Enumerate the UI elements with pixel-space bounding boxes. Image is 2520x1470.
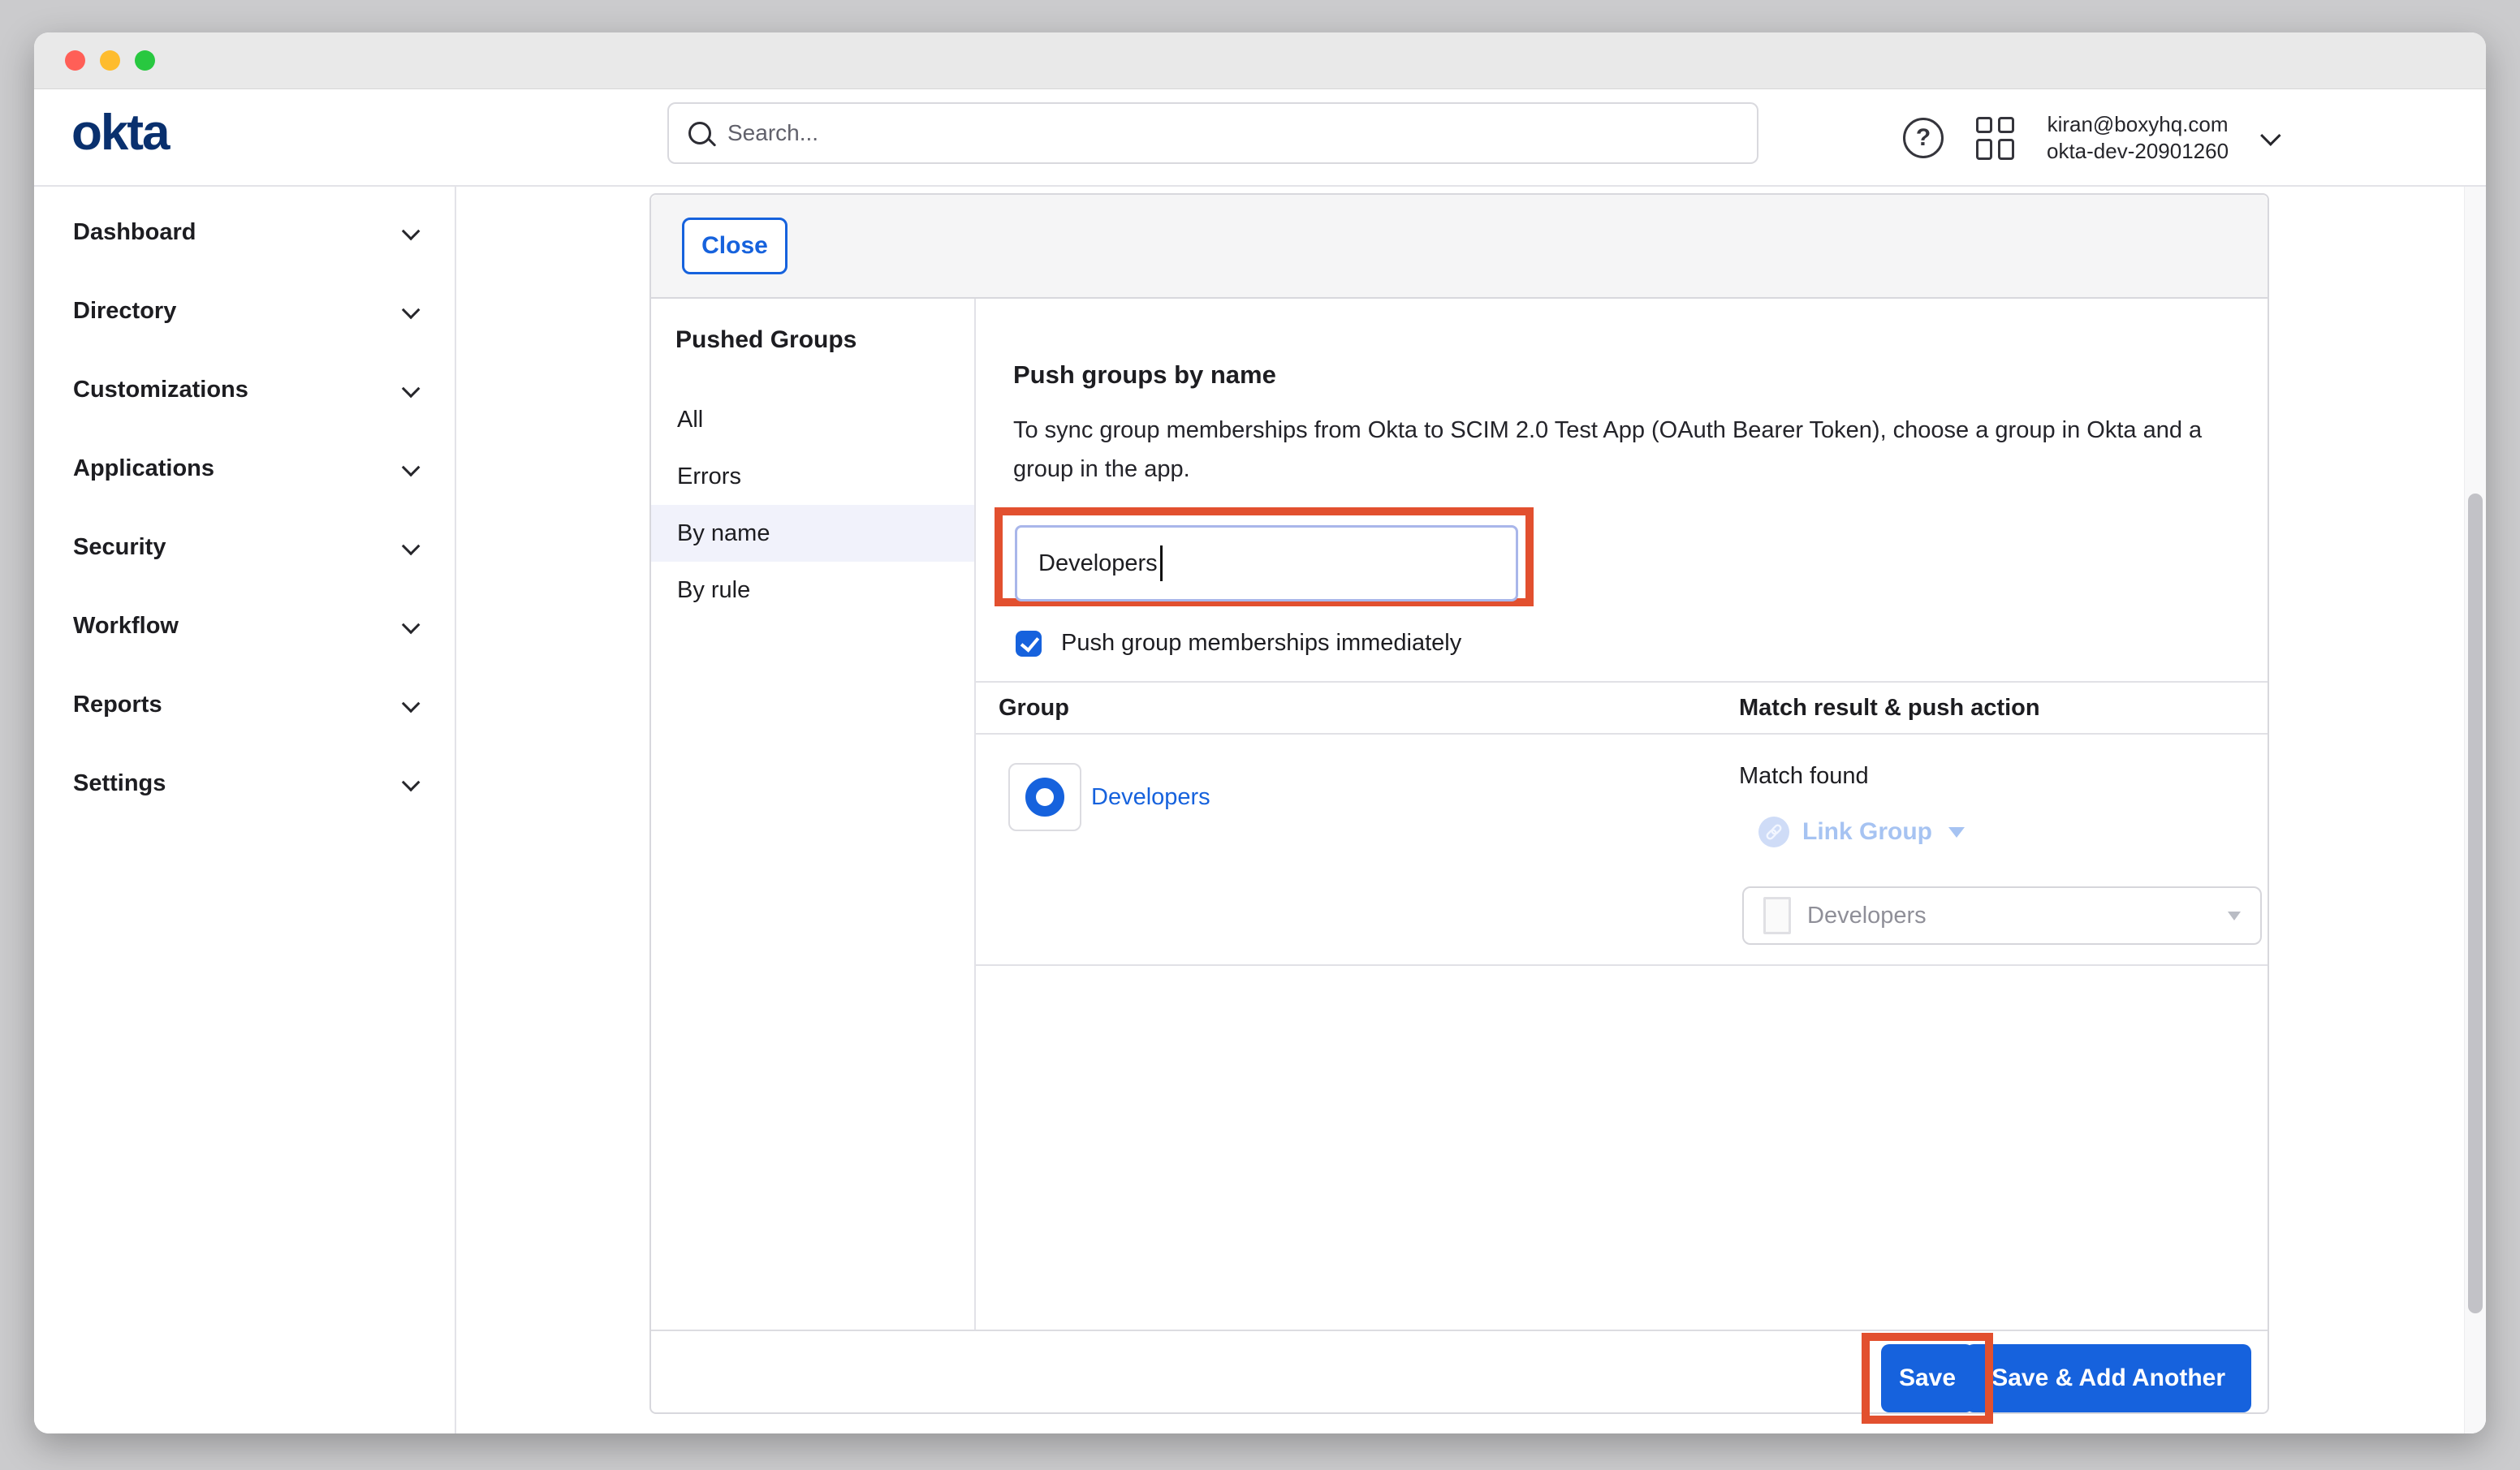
chevron-down-icon [402, 222, 421, 240]
sidebar-item-customizations[interactable]: Customizations [34, 351, 455, 429]
sidebar-item-settings[interactable]: Settings [34, 744, 455, 823]
window-titlebar [34, 32, 2486, 89]
column-match-result: Match result & push action [1739, 695, 2040, 722]
table-header: Group Match result & push action [976, 681, 2268, 735]
pushed-groups-title: Pushed Groups [651, 326, 974, 354]
sidebar-item-applications[interactable]: Applications [34, 429, 455, 508]
chevron-down-icon[interactable] [2260, 125, 2281, 145]
sidebar-item-workflow[interactable]: Workflow [34, 587, 455, 666]
match-status: Match found [1739, 763, 1869, 790]
account-email: kiran@boxyhq.com [2047, 111, 2229, 138]
description-text: To sync group memberships from Okta to S… [1013, 411, 2231, 489]
zoom-window-icon[interactable] [135, 50, 155, 71]
account-menu[interactable]: kiran@boxyhq.com okta-dev-20901260 [2047, 111, 2229, 165]
app-header: okta Search... ? kiran@boxyhq.com okta-d… [34, 89, 2486, 187]
checkbox-checked-icon[interactable] [1016, 631, 1042, 657]
panel-toolbar: Close [651, 195, 2268, 299]
save-button[interactable]: Save [1881, 1344, 1974, 1412]
group-image-placeholder-icon [1763, 897, 1791, 934]
group-link[interactable]: Developers [1091, 784, 1210, 811]
target-group-value: Developers [1807, 903, 1927, 929]
sidebar-item-dashboard[interactable]: Dashboard [34, 193, 455, 272]
chevron-down-icon [402, 537, 421, 555]
minimize-window-icon[interactable] [100, 50, 120, 71]
close-window-icon[interactable] [65, 50, 85, 71]
header-right-cluster: ? kiran@boxyhq.com okta-dev-20901260 [1903, 89, 2276, 187]
chevron-down-icon [402, 773, 421, 791]
text-cursor [1160, 545, 1163, 581]
main-area: Dashboard Directory Customizations Appli… [34, 187, 2486, 1433]
panel-footer: Save Save & Add Another [651, 1330, 2268, 1412]
sidebar: Dashboard Directory Customizations Appli… [34, 187, 456, 1433]
caret-down-icon [1948, 827, 1965, 838]
scrollbar-track[interactable] [2464, 187, 2486, 1433]
link-group-dropdown-button[interactable]: Link Group [1758, 817, 1965, 847]
annotation-box-save: Save [1862, 1333, 1993, 1424]
group-card [1008, 763, 1081, 831]
chain-link-icon [1758, 817, 1789, 847]
chevron-down-icon [402, 694, 421, 713]
account-org: okta-dev-20901260 [2047, 138, 2229, 165]
row-divider [976, 964, 2268, 966]
search-icon [688, 122, 711, 144]
link-group-label: Link Group [1802, 818, 1932, 846]
menu-item-by-rule[interactable]: By rule [651, 562, 974, 619]
checkbox-label: Push group memberships immediately [1061, 630, 1461, 657]
caret-down-icon [2228, 912, 2241, 920]
sidebar-item-directory[interactable]: Directory [34, 272, 455, 351]
push-immediately-checkbox-row[interactable]: Push group memberships immediately [1016, 630, 1461, 657]
save-and-add-another-button[interactable]: Save & Add Another [1966, 1344, 2251, 1412]
global-search[interactable]: Search... [667, 102, 1758, 164]
search-placeholder: Search... [727, 120, 818, 146]
column-group: Group [999, 695, 1069, 722]
group-name-value: Developers [1038, 550, 1158, 577]
menu-item-all[interactable]: All [651, 391, 974, 448]
chevron-down-icon [402, 300, 421, 319]
menu-item-by-name[interactable]: By name [651, 505, 974, 562]
chevron-down-icon [402, 458, 421, 476]
target-group-select[interactable]: Developers [1742, 886, 2262, 945]
apps-grid-icon[interactable] [1976, 117, 2014, 160]
okta-ring-icon [1025, 778, 1064, 817]
panel-body: Pushed Groups All Errors By name By rule… [651, 299, 2268, 1330]
group-name-input[interactable]: Developers [1015, 525, 1518, 601]
push-groups-panel: Close Pushed Groups All Errors By name B… [649, 193, 2269, 1414]
sidebar-item-reports[interactable]: Reports [34, 666, 455, 744]
sidebar-item-security[interactable]: Security [34, 508, 455, 587]
scrollbar-thumb[interactable] [2468, 494, 2483, 1313]
page-title: Push groups by name [1013, 360, 1276, 390]
by-name-content: Push groups by name To sync group member… [976, 299, 2268, 1330]
browser-window: okta Search... ? kiran@boxyhq.com okta-d… [34, 32, 2486, 1433]
okta-logo: okta [71, 104, 168, 162]
chevron-down-icon [402, 615, 421, 634]
chevron-down-icon [402, 379, 421, 398]
close-button[interactable]: Close [682, 218, 788, 274]
menu-item-errors[interactable]: Errors [651, 448, 974, 505]
help-icon[interactable]: ? [1903, 118, 1944, 158]
pushed-groups-menu: Pushed Groups All Errors By name By rule [651, 299, 976, 1330]
